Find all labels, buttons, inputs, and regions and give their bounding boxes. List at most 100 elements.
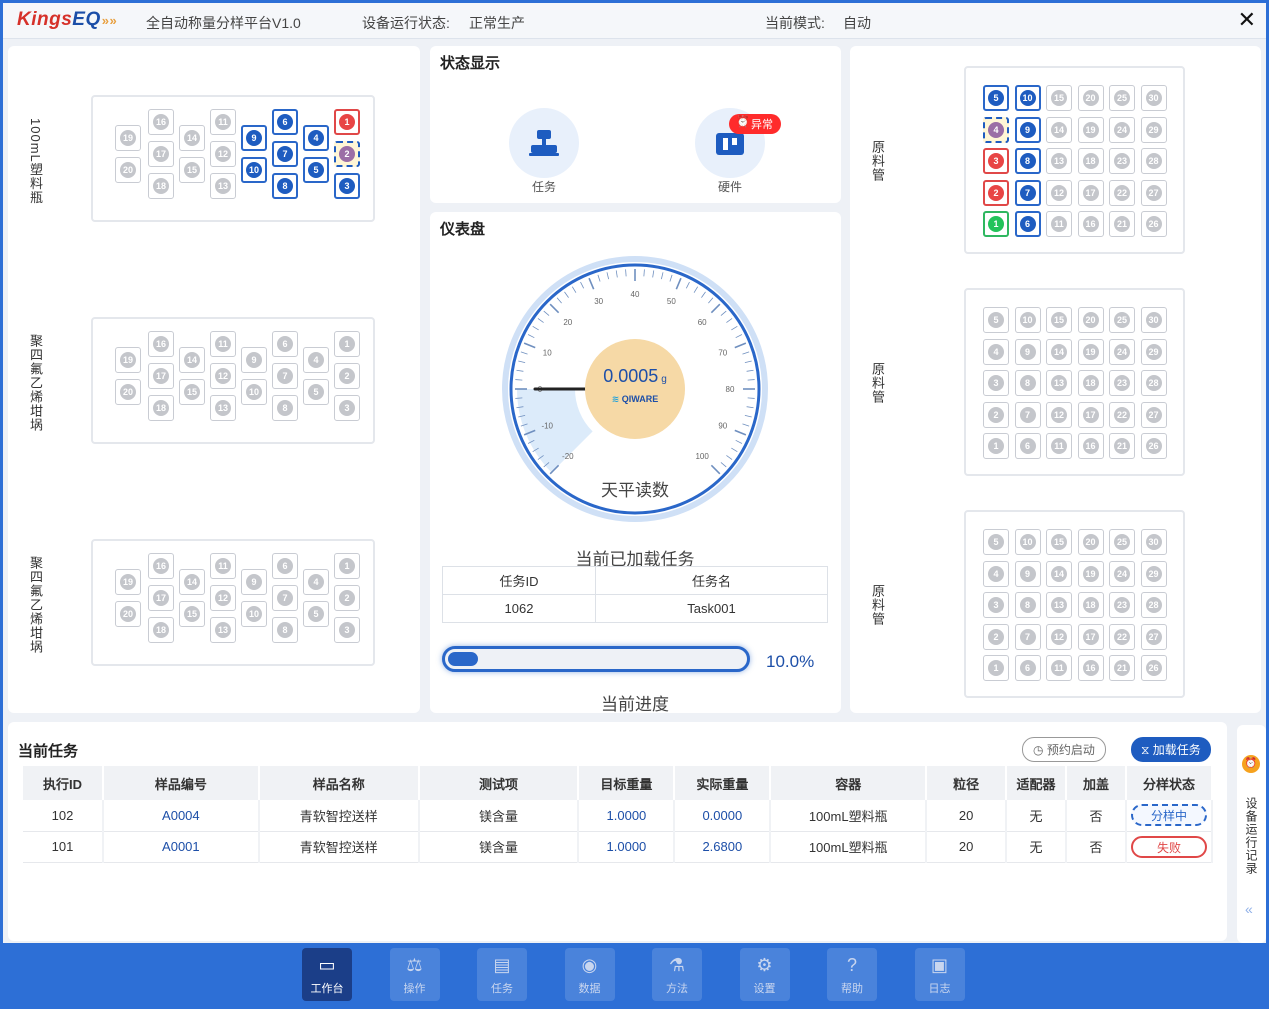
sample-slot[interactable]: 19: [115, 569, 141, 595]
tube-slot[interactable]: 15: [1046, 529, 1072, 555]
sample-slot[interactable]: 15: [179, 157, 205, 183]
sample-slot[interactable]: 10: [241, 379, 267, 405]
tube-slot[interactable]: 15: [1046, 307, 1072, 333]
sample-slot[interactable]: 16: [148, 553, 174, 579]
tube-slot[interactable]: 28: [1140, 592, 1167, 618]
device-log-rail[interactable]: ⏰ 设备运行记录 «: [1237, 725, 1266, 943]
task-status-button[interactable]: [509, 108, 579, 178]
column-header[interactable]: 粒径: [926, 766, 1008, 800]
column-header[interactable]: 加盖: [1066, 766, 1127, 800]
tube-slot[interactable]: 6: [1014, 211, 1041, 237]
tube-slot[interactable]: 10: [1014, 529, 1041, 555]
tube-slot[interactable]: 4: [983, 560, 1009, 587]
tube-slot[interactable]: 7: [1014, 623, 1041, 650]
sample-slot[interactable]: 9: [241, 569, 267, 595]
tube-slot[interactable]: 9: [1014, 338, 1041, 365]
sample-slot[interactable]: 11: [210, 553, 236, 579]
sample-slot[interactable]: 6: [272, 109, 298, 135]
tube-slot[interactable]: 2: [983, 623, 1009, 650]
tube-slot[interactable]: 13: [1046, 148, 1072, 174]
nav-database[interactable]: ◉ 数据: [564, 948, 615, 1001]
table-row[interactable]: 101 A0001 青软智控送样 镁含量 1.0000 2.6800 100mL塑料瓶 20 无…: [23, 831, 1214, 863]
tube-slot[interactable]: 10: [1014, 85, 1041, 111]
tube-slot[interactable]: 22: [1109, 623, 1135, 650]
column-header[interactable]: 测试项: [418, 766, 580, 800]
tube-slot[interactable]: 12: [1046, 623, 1072, 650]
sample-slot[interactable]: 20: [115, 379, 141, 405]
tube-slot[interactable]: 16: [1077, 433, 1104, 459]
tube-slot[interactable]: 11: [1046, 211, 1072, 237]
sample-slot[interactable]: 1: [334, 553, 360, 579]
sample-slot[interactable]: 4: [303, 347, 329, 373]
tube-slot[interactable]: 24: [1109, 116, 1135, 143]
sample-slot[interactable]: 7: [272, 585, 298, 611]
tube-slot[interactable]: 13: [1046, 370, 1072, 396]
table-row[interactable]: 102 A0004 青软智控送样 镁含量 1.0000 0.0000 100mL塑料瓶 20 无…: [23, 800, 1214, 832]
sample-slot[interactable]: 13: [210, 617, 236, 643]
tube-slot[interactable]: 2: [983, 179, 1009, 206]
tube-slot[interactable]: 27: [1140, 401, 1167, 428]
tube-slot[interactable]: 5: [983, 85, 1009, 111]
sample-slot[interactable]: 14: [179, 569, 205, 595]
tube-slot[interactable]: 13: [1046, 592, 1072, 618]
sample-slot[interactable]: 5: [303, 379, 329, 405]
sample-slot[interactable]: 1: [334, 109, 360, 135]
tube-slot[interactable]: 30: [1140, 85, 1167, 111]
table-cell[interactable]: A0001: [102, 831, 260, 863]
rack-ptfe-crucible-1[interactable]: 1 2 3 4 5 6 7 8 9 10 11 12 13 14 15 16 17 18 19 20: [91, 317, 375, 444]
sample-slot[interactable]: 17: [148, 141, 174, 167]
sample-slot[interactable]: 7: [272, 141, 298, 167]
rack-bottle-100ml[interactable]: 1 2 3 4 5 6 7 8 9 10 11 12 13 14 15 16 17 18 19 20: [91, 95, 375, 222]
alarm-badge[interactable]: ⏰ 异常: [729, 114, 781, 134]
tube-slot[interactable]: 16: [1077, 211, 1104, 237]
sample-slot[interactable]: 17: [148, 585, 174, 611]
schedule-start-button[interactable]: ◷ 预约启动: [1022, 737, 1106, 762]
nav-folder[interactable]: ▤ 任务: [477, 948, 527, 1001]
nav-scale[interactable]: ⚖ 操作: [389, 948, 440, 1001]
sample-slot[interactable]: 8: [272, 617, 298, 643]
tube-slot[interactable]: 21: [1109, 211, 1135, 237]
column-header[interactable]: 容器: [770, 766, 928, 800]
tube-slot[interactable]: 5: [983, 307, 1009, 333]
sample-slot[interactable]: 15: [179, 379, 205, 405]
tube-slot[interactable]: 5: [983, 529, 1009, 555]
sample-slot[interactable]: 10: [241, 601, 267, 627]
tube-slot[interactable]: 12: [1046, 179, 1072, 206]
sample-slot[interactable]: 20: [115, 157, 141, 183]
sample-slot[interactable]: 19: [115, 125, 141, 151]
tube-slot[interactable]: 19: [1077, 338, 1104, 365]
tube-slot[interactable]: 4: [983, 116, 1009, 143]
sample-slot[interactable]: 19: [115, 347, 141, 373]
nav-flask[interactable]: ⚗ 方法: [652, 948, 702, 1001]
tube-slot[interactable]: 3: [983, 592, 1009, 618]
sample-slot[interactable]: 3: [334, 173, 360, 199]
sample-slot[interactable]: 15: [179, 601, 205, 627]
sample-slot[interactable]: 14: [179, 347, 205, 373]
sample-slot[interactable]: 18: [148, 173, 174, 199]
tube-slot[interactable]: 22: [1109, 179, 1135, 206]
close-button[interactable]: ✕: [1238, 7, 1256, 33]
tube-slot[interactable]: 1: [983, 655, 1009, 681]
nav-gear[interactable]: ⚙ 设置: [739, 948, 790, 1001]
column-header[interactable]: 适配器: [1006, 766, 1067, 800]
sample-slot[interactable]: 12: [210, 141, 236, 167]
tube-slot[interactable]: 11: [1046, 433, 1072, 459]
tube-slot[interactable]: 7: [1014, 179, 1041, 206]
sample-slot[interactable]: 9: [241, 125, 267, 151]
tube-slot[interactable]: 12: [1046, 401, 1072, 428]
tube-slot[interactable]: 25: [1109, 85, 1135, 111]
collapse-chevron-icon[interactable]: «: [1245, 901, 1253, 917]
tube-slot[interactable]: 29: [1140, 560, 1167, 587]
tube-slot[interactable]: 6: [1014, 655, 1041, 681]
tube-slot[interactable]: 3: [983, 148, 1009, 174]
sample-slot[interactable]: 16: [148, 331, 174, 357]
sample-slot[interactable]: 3: [334, 617, 360, 643]
tube-slot[interactable]: 27: [1140, 179, 1167, 206]
tube-rack-2[interactable]: 5 4 3 2 1 10 9 8 7 6 15 14 13 12 11 20 19 18 17 16 25 24 23 22 2…: [964, 288, 1185, 476]
tube-slot[interactable]: 17: [1077, 623, 1104, 650]
tube-slot[interactable]: 2: [983, 401, 1009, 428]
sample-slot[interactable]: 6: [272, 331, 298, 357]
column-header[interactable]: 执行ID: [23, 766, 104, 800]
tube-slot[interactable]: 29: [1140, 116, 1167, 143]
tube-slot[interactable]: 9: [1014, 116, 1041, 143]
